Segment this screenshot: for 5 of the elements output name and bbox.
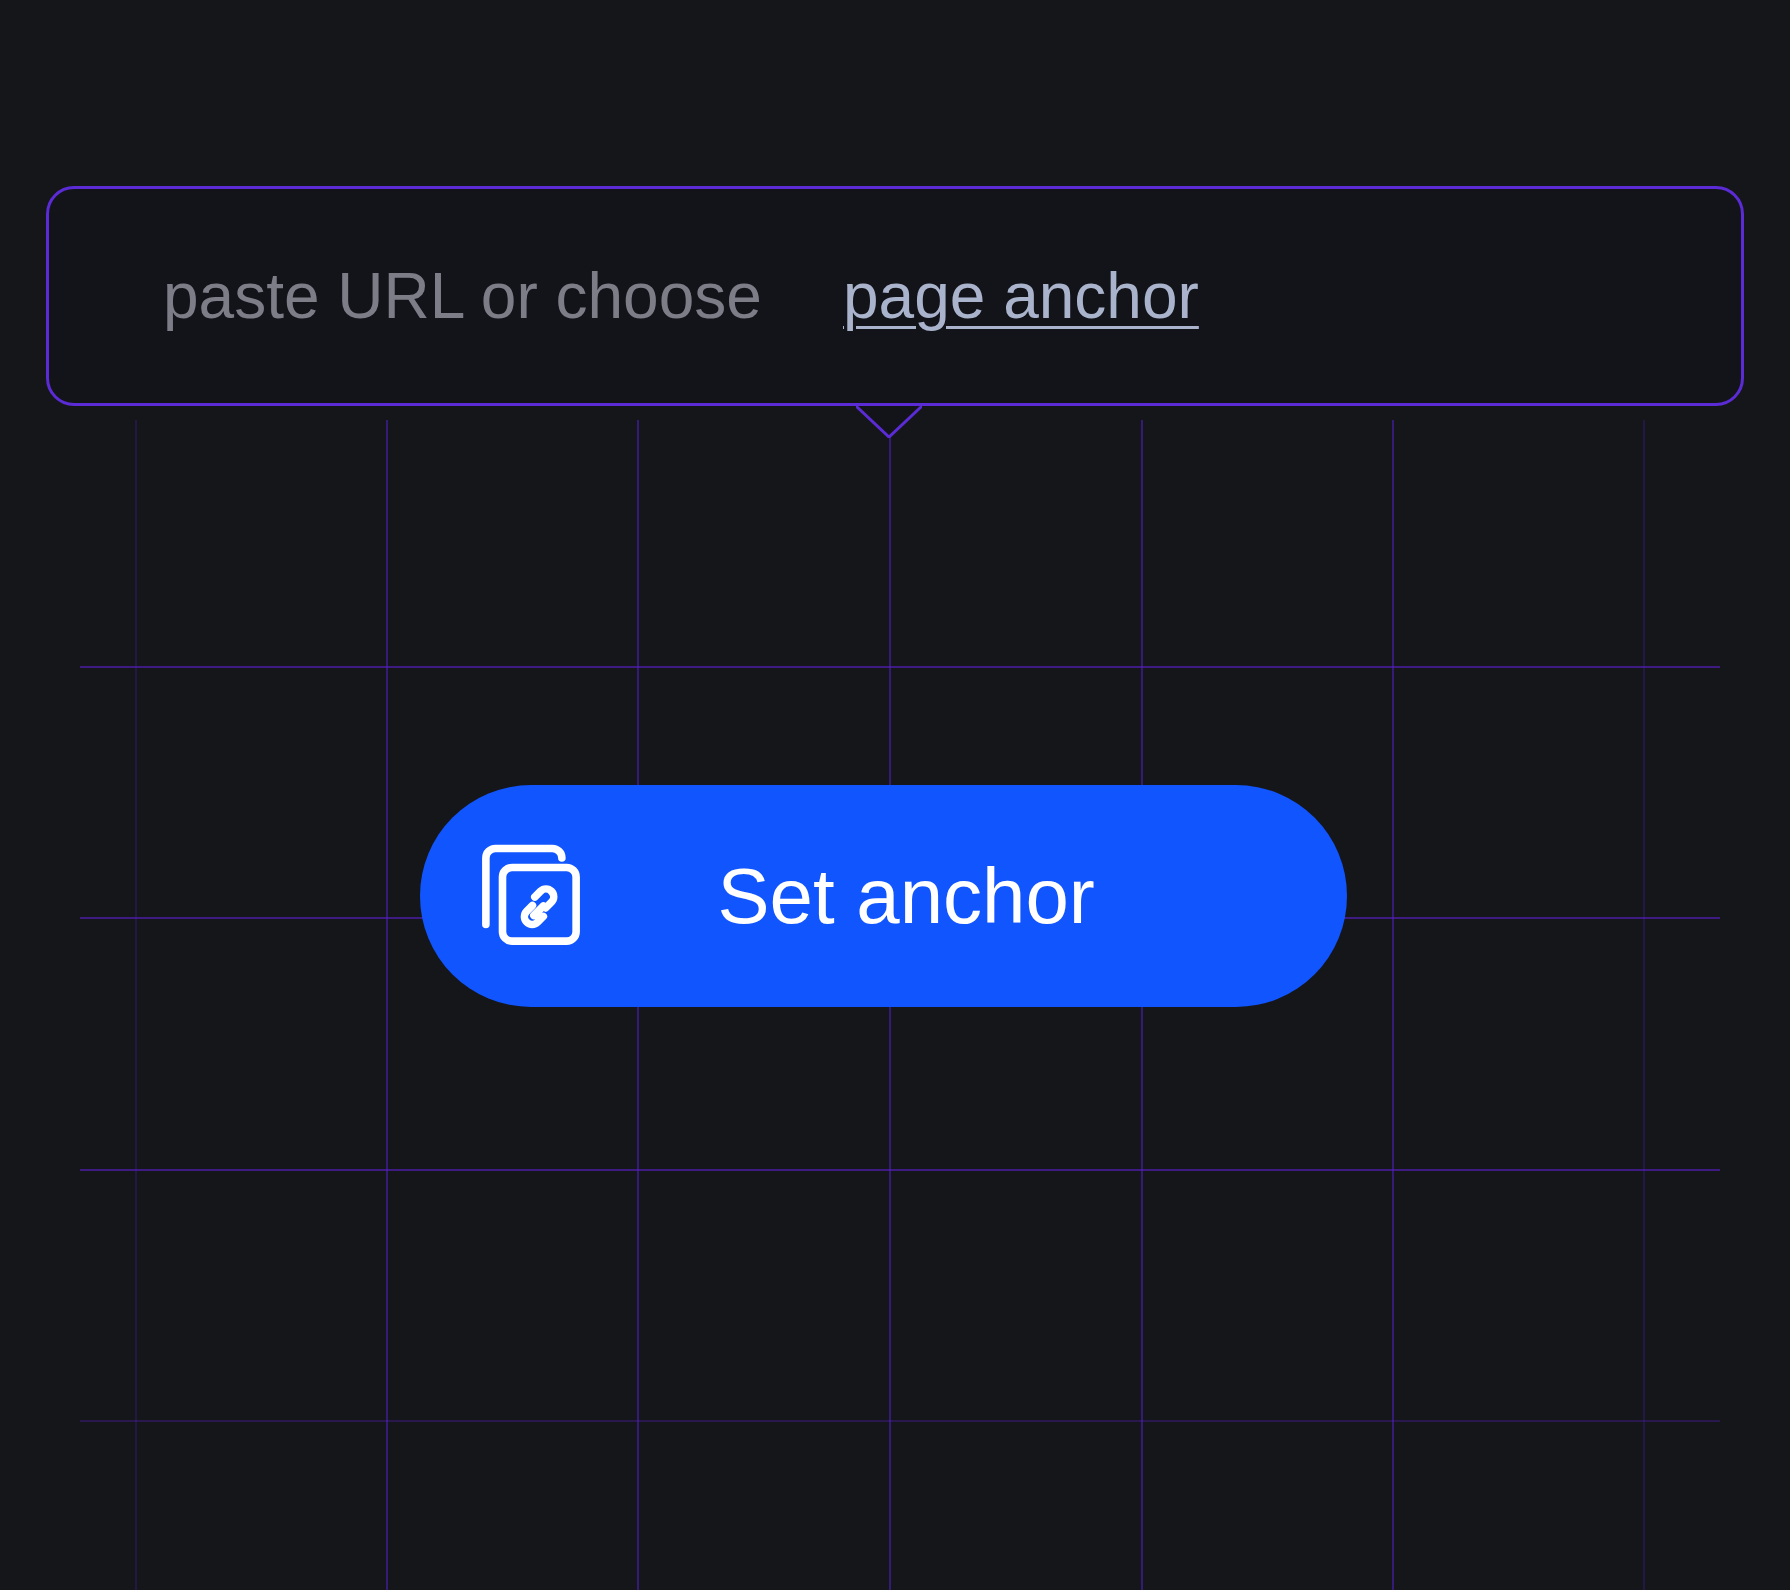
page-anchor-link[interactable]: page anchor (843, 248, 1199, 344)
url-field[interactable]: paste URL or choose page anchor (46, 186, 1744, 406)
set-anchor-button[interactable]: Set anchor (419, 785, 1347, 1007)
url-input[interactable]: paste URL or choose (163, 248, 843, 344)
pointer-notch (856, 403, 922, 438)
